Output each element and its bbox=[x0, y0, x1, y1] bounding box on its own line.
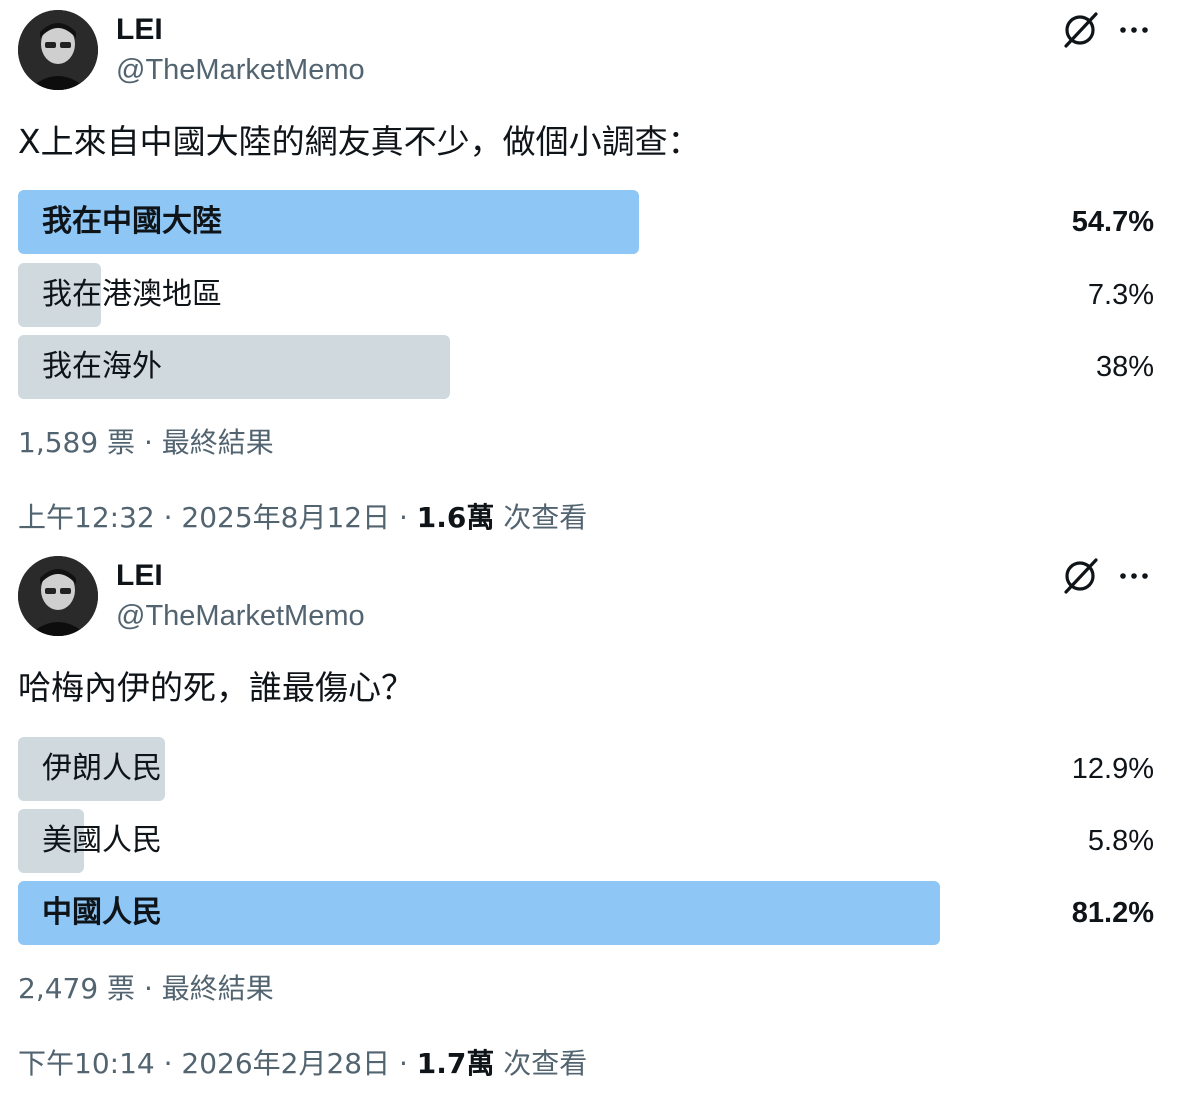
poll-vote-count: 1,589 票 · 最終結果 bbox=[18, 426, 274, 459]
poll-option-label: 美國人民 bbox=[42, 823, 162, 858]
author-handle[interactable]: @TheMarketMemo bbox=[116, 52, 365, 88]
poll-option-label: 我在港澳地區 bbox=[42, 277, 222, 312]
grok-icon[interactable] bbox=[1058, 8, 1102, 52]
post-meta: 上午12:32 · 2025年8月12日 · 1.6萬 次查看 bbox=[18, 500, 587, 536]
poll-option[interactable]: 我在中國大陸 54.7% bbox=[18, 190, 1154, 254]
poll-option[interactable]: 美國人民 5.8% bbox=[18, 809, 1154, 873]
poll-option[interactable]: 我在海外 38% bbox=[18, 335, 1154, 399]
poll-option-percent: 5.8% bbox=[1087, 825, 1154, 857]
author-name[interactable]: LEI bbox=[116, 12, 163, 48]
post-timestamp[interactable]: 上午12:32 · 2025年8月12日 · bbox=[18, 501, 417, 534]
poll-option-percent: 81.2% bbox=[1071, 897, 1154, 929]
poll-post-2: LEI @TheMarketMemo 哈梅內伊的死，誰最傷心？ 伊朗人民 12.… bbox=[0, 546, 1178, 1096]
avatar[interactable] bbox=[18, 10, 98, 90]
more-options-icon[interactable] bbox=[1116, 12, 1152, 48]
poll-option-label: 中國人民 bbox=[42, 895, 162, 930]
view-count-label: 次查看 bbox=[494, 501, 588, 534]
poll-question: 哈梅內伊的死，誰最傷心？ bbox=[18, 668, 414, 707]
poll-option[interactable]: 中國人民 81.2% bbox=[18, 881, 1154, 945]
poll-option-percent: 38% bbox=[1095, 351, 1154, 383]
poll-vote-count: 2,479 票 · 最終結果 bbox=[18, 972, 274, 1005]
post-meta: 下午10:14 · 2026年2月28日 · 1.7萬 次查看 bbox=[18, 1046, 587, 1082]
more-options-icon[interactable] bbox=[1116, 558, 1152, 594]
grok-icon[interactable] bbox=[1058, 554, 1102, 598]
view-count[interactable]: 1.6萬 bbox=[417, 501, 495, 534]
poll-post-1: LEI @TheMarketMemo X上來自中國大陸的網友真不少，做個小調查：… bbox=[0, 0, 1178, 546]
poll-option-label: 我在中國大陸 bbox=[42, 204, 222, 239]
view-count-label: 次查看 bbox=[494, 1047, 588, 1080]
poll-option[interactable]: 伊朗人民 12.9% bbox=[18, 737, 1154, 801]
poll-question: X上來自中國大陸的網友真不少，做個小調查： bbox=[18, 122, 701, 161]
poll-option-percent: 54.7% bbox=[1071, 206, 1154, 238]
view-count[interactable]: 1.7萬 bbox=[417, 1047, 495, 1080]
poll-option-percent: 7.3% bbox=[1087, 279, 1154, 311]
avatar[interactable] bbox=[18, 556, 98, 636]
poll-option-percent: 12.9% bbox=[1071, 753, 1154, 785]
post-timestamp[interactable]: 下午10:14 · 2026年2月28日 · bbox=[18, 1047, 417, 1080]
poll-option-label: 伊朗人民 bbox=[42, 751, 162, 786]
poll-option[interactable]: 我在港澳地區 7.3% bbox=[18, 263, 1154, 327]
author-name[interactable]: LEI bbox=[116, 558, 163, 594]
poll-option-label: 我在海外 bbox=[42, 349, 162, 384]
author-handle[interactable]: @TheMarketMemo bbox=[116, 598, 365, 634]
